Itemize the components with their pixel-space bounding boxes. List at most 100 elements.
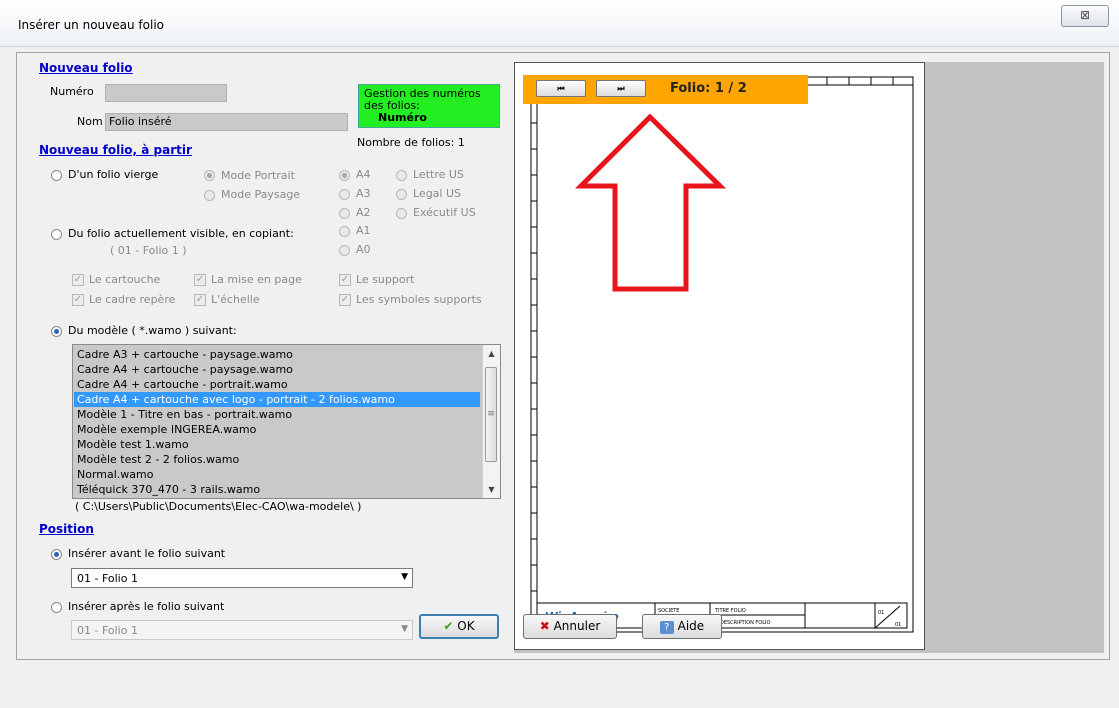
folio-preview-area: WinArmoire SOCIETE TITRE FOLIO DESCRIPTI… <box>514 62 1104 653</box>
scroll-up-icon[interactable]: ▲ <box>483 345 500 362</box>
scroll-thumb[interactable]: ≡ <box>485 367 497 462</box>
nom-field[interactable]: Folio inséré <box>105 113 348 131</box>
format-a0-label: A0 <box>356 243 371 256</box>
template-path: ( C:\Users\Public\Documents\Elec-CAO\wa-… <box>75 500 362 513</box>
check-support-label: Le support <box>356 273 415 286</box>
radio-executif-us[interactable] <box>396 208 407 219</box>
check-cadre-repere[interactable]: ✓ <box>72 294 84 306</box>
folio-drawing: WinArmoire SOCIETE TITRE FOLIO DESCRIPTI… <box>530 76 914 633</box>
folio-copie-label: Du folio actuellement visible, en copian… <box>68 227 294 240</box>
radio-format-a1[interactable] <box>339 226 350 237</box>
mode-paysage-label: Mode Paysage <box>221 188 301 201</box>
inserer-apres-select[interactable]: 01 - Folio 1 ▼ <box>71 620 413 640</box>
radio-folio-copie[interactable] <box>51 229 62 240</box>
radio-mode-portrait[interactable] <box>204 170 215 181</box>
check-icon: ✔ <box>443 619 454 633</box>
inserer-avant-value: 01 - Folio 1 <box>77 572 138 585</box>
legal-us-label: Legal US <box>413 187 462 200</box>
executif-us-label: Exécutif US <box>413 206 476 219</box>
list-item[interactable]: Téléquick 370_470 - 3 rails.wamo <box>77 482 260 497</box>
list-item[interactable]: Modèle 1 - Titre en bas - portrait.wamo <box>77 407 292 422</box>
cancel-label: Annuler <box>553 619 601 633</box>
help-icon: ? <box>659 621 674 634</box>
scroll-down-icon[interactable]: ▼ <box>483 481 500 498</box>
dialog-window: Insérer un nouveau folio ⊠ Nouveau folio… <box>0 0 1119 708</box>
numero-field[interactable] <box>105 84 227 102</box>
numero-label: Numéro <box>50 85 94 98</box>
template-listbox[interactable]: Cadre A3 + cartouche - paysage.wamo Cadr… <box>72 344 501 499</box>
check-echelle[interactable]: ✓ <box>194 294 206 306</box>
section-position: Position <box>39 522 94 536</box>
check-cartouche-label: Le cartouche <box>89 273 161 286</box>
check-symboles-supports[interactable]: ✓ <box>339 294 351 306</box>
folio-vierge-label: D'un folio vierge <box>68 168 159 181</box>
gestion-value: Numéro <box>378 111 427 124</box>
chevron-down-icon: ▼ <box>401 624 408 634</box>
check-symboles-supports-label: Les symboles supports <box>356 293 482 306</box>
list-item[interactable]: Normal.wamo <box>77 467 153 482</box>
ok-label: OK <box>457 619 475 633</box>
folio-copie-ref: ( 01 - Folio 1 ) <box>110 244 187 257</box>
window-title: Insérer un nouveau folio <box>18 18 164 32</box>
cartouche-num: 01 <box>878 610 884 616</box>
nom-label: Nom <box>77 115 103 128</box>
lettre-us-label: Lettre US <box>413 168 464 181</box>
radio-inserer-avant[interactable] <box>51 549 62 560</box>
last-folio-button[interactable]: ⏭ <box>596 80 646 97</box>
inserer-apres-label: Insérer après le folio suivant <box>68 600 225 613</box>
chevron-down-icon: ▼ <box>401 572 408 582</box>
list-item[interactable]: Cadre A4 + cartouche - portrait.wamo <box>77 377 288 392</box>
radio-lettre-us[interactable] <box>396 170 407 181</box>
cartouche-description: DESCRIPTION FOLIO <box>720 620 771 626</box>
list-item-selected[interactable]: Cadre A4 + cartouche avec logo - portrai… <box>74 392 480 407</box>
check-echelle-label: L'échelle <box>211 293 260 306</box>
listbox-scrollbar[interactable]: ▲ ≡ ▼ <box>482 345 500 498</box>
radio-mode-paysage[interactable] <box>204 190 215 201</box>
folio-counter: Folio: 1 / 2 <box>670 81 747 96</box>
inserer-avant-label: Insérer avant le folio suivant <box>68 547 226 560</box>
modele-label: Du modèle ( *.wamo ) suivant: <box>68 324 237 337</box>
list-item[interactable]: Cadre A3 + cartouche - paysage.wamo <box>77 347 293 362</box>
list-item[interactable]: Cadre A4 + cartouche - paysage.wamo <box>77 362 293 377</box>
cancel-button[interactable]: ✖ Annuler <box>523 614 617 639</box>
list-item[interactable]: Modèle exemple INGEREA.wamo <box>77 422 256 437</box>
radio-folio-vierge[interactable] <box>51 170 62 181</box>
ok-button[interactable]: ✔ OK <box>419 614 499 639</box>
radio-legal-us[interactable] <box>396 189 407 200</box>
inserer-avant-select[interactable]: 01 - Folio 1 ▼ <box>71 568 413 588</box>
check-support[interactable]: ✓ <box>339 274 351 286</box>
gestion-numeros-button[interactable]: Gestion des numéros des folios: Numéro <box>358 84 500 128</box>
radio-modele[interactable] <box>51 326 62 337</box>
format-a1-label: A1 <box>356 224 371 237</box>
radio-format-a0[interactable] <box>339 245 350 256</box>
title-bar: Insérer un nouveau folio ⊠ <box>0 0 1119 47</box>
mode-portrait-label: Mode Portrait <box>221 169 295 182</box>
check-cartouche[interactable]: ✓ <box>72 274 84 286</box>
first-folio-button[interactable]: ⏮ <box>536 80 586 97</box>
cross-icon: ✖ <box>539 619 550 633</box>
format-a3-label: A3 <box>356 187 371 200</box>
radio-inserer-apres[interactable] <box>51 602 62 613</box>
skip-first-icon: ⏮ <box>557 84 565 93</box>
folio-nav-bar: ⏮ ⏭ Folio: 1 / 2 <box>523 75 808 104</box>
check-cadre-repere-label: Le cadre repère <box>89 293 176 306</box>
list-item[interactable]: Modèle test 2 - 2 folios.wamo <box>77 452 239 467</box>
close-button[interactable]: ⊠ <box>1061 5 1109 27</box>
format-a2-label: A2 <box>356 206 371 219</box>
check-mise-en-page[interactable]: ✓ <box>194 274 206 286</box>
nombre-folios: Nombre de folios: 1 <box>357 136 465 149</box>
radio-format-a4[interactable] <box>339 170 350 181</box>
format-a4-label: A4 <box>356 168 371 181</box>
radio-format-a2[interactable] <box>339 208 350 219</box>
help-button[interactable]: ? Aide <box>642 614 722 639</box>
folio-preview-sheet: WinArmoire SOCIETE TITRE FOLIO DESCRIPTI… <box>514 62 925 650</box>
section-nouveau-folio: Nouveau folio <box>39 61 133 75</box>
skip-last-icon: ⏭ <box>617 84 625 93</box>
up-arrow-annotation <box>574 113 727 292</box>
check-mise-en-page-label: La mise en page <box>211 273 302 286</box>
inserer-apres-value: 01 - Folio 1 <box>77 624 138 637</box>
radio-format-a3[interactable] <box>339 189 350 200</box>
help-label: Aide <box>677 619 705 633</box>
dialog-panel: Nouveau folio Numéro Nom Folio inséré Ge… <box>16 52 1110 660</box>
list-item[interactable]: Modèle test 1.wamo <box>77 437 189 452</box>
